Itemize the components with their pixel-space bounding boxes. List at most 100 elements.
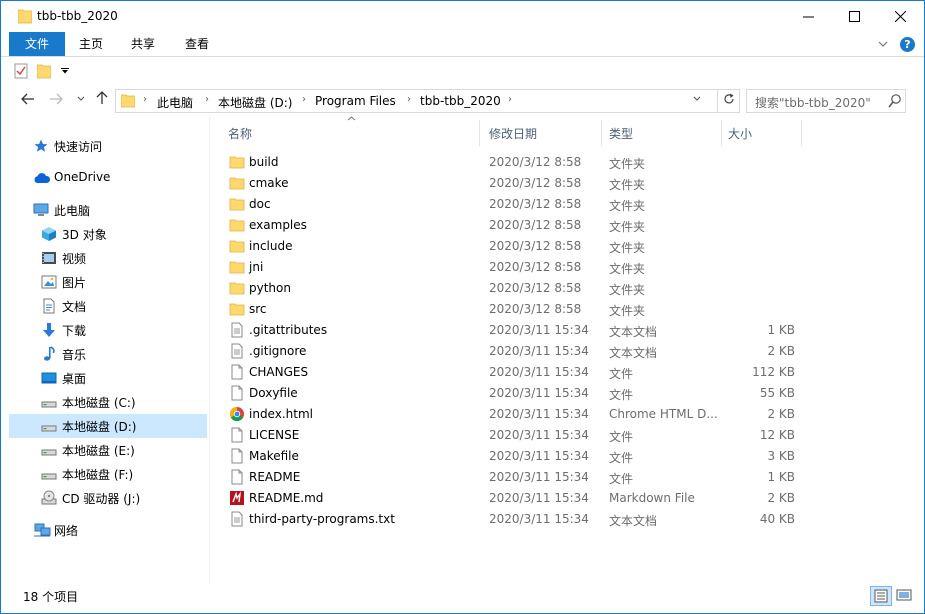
- tab-file[interactable]: 文件: [9, 32, 65, 56]
- help-icon[interactable]: ?: [900, 37, 915, 52]
- properties-icon[interactable]: [14, 63, 28, 79]
- column-separator[interactable]: [801, 120, 802, 146]
- file-row[interactable]: index.html 2020/3/11 15:34 Chrome HTML D..…: [219, 404, 919, 425]
- file-icon: [229, 364, 245, 380]
- folder-icon: [229, 301, 245, 317]
- nav-item[interactable]: 桌面: [9, 366, 207, 390]
- column-header-date[interactable]: 修改日期: [481, 118, 601, 146]
- pane-divider[interactable]: [209, 116, 210, 584]
- file-row[interactable]: README.md 2020/3/11 15:34 Markdown File 2 K…: [219, 488, 919, 509]
- nav-item[interactable]: 视频: [9, 246, 207, 270]
- file-row[interactable]: doc 2020/3/12 8:58 文件夹: [219, 194, 919, 215]
- recent-locations-button[interactable]: [71, 90, 91, 110]
- file-name: README: [249, 470, 301, 484]
- breadcrumb-tbb-folder[interactable]: tbb-tbb_2020: [420, 94, 501, 108]
- nav-item-label: 网络: [54, 524, 79, 538]
- nav-item[interactable]: 此电脑: [9, 198, 207, 222]
- new-folder-icon[interactable]: [37, 63, 51, 79]
- large-icons-view-button[interactable]: [894, 586, 916, 606]
- column-separator[interactable]: [721, 120, 722, 146]
- chevron-down-icon: [693, 96, 701, 101]
- nav-item[interactable]: 音乐: [9, 342, 207, 366]
- expand-ribbon-icon[interactable]: [878, 37, 888, 50]
- column-header-type[interactable]: 类型: [603, 118, 721, 146]
- chevron-right-icon[interactable]: ›: [302, 94, 306, 105]
- arrow-up-icon: [96, 91, 108, 104]
- tab-home[interactable]: 主页: [67, 32, 115, 56]
- nav-item[interactable]: 本地磁盘 (F:): [9, 462, 207, 486]
- star-icon: [33, 138, 49, 154]
- file-row[interactable]: Doxyfile 2020/3/11 15:34 文件 55 KB: [219, 383, 919, 404]
- nav-item-label: 本地磁盘 (D:): [62, 420, 137, 434]
- file-row[interactable]: python 2020/3/12 8:58 文件夹: [219, 278, 919, 299]
- address-history-dropdown[interactable]: [693, 94, 701, 105]
- chevron-right-icon[interactable]: ›: [508, 94, 512, 105]
- column-header-name[interactable]: 名称: [221, 118, 479, 146]
- column-separator[interactable]: [479, 120, 480, 146]
- file-date: 2020/3/11 15:34: [489, 470, 589, 484]
- chevron-right-icon[interactable]: ›: [205, 94, 209, 105]
- tab-view[interactable]: 查看: [173, 32, 221, 56]
- up-button[interactable]: [92, 90, 112, 110]
- chevron-right-icon[interactable]: ›: [143, 94, 147, 105]
- maximize-button[interactable]: [831, 1, 877, 32]
- tab-share[interactable]: 共享: [119, 32, 167, 56]
- file-icon: [229, 427, 245, 443]
- nav-item-label: 3D 对象: [62, 228, 107, 242]
- download-icon: [41, 322, 57, 338]
- details-view-button[interactable]: [870, 586, 892, 606]
- back-button[interactable]: [18, 90, 38, 110]
- nav-item[interactable]: 图片: [9, 270, 207, 294]
- file-row[interactable]: .gitignore 2020/3/11 15:34 文本文档 2 KB: [219, 341, 919, 362]
- file-row[interactable]: build 2020/3/12 8:58 文件夹: [219, 152, 919, 173]
- forward-button[interactable]: [46, 90, 66, 110]
- breadcrumb-this-pc[interactable]: 此电脑: [157, 94, 193, 111]
- text-file-icon: [229, 511, 245, 527]
- nav-item[interactable]: 文档: [9, 294, 207, 318]
- customize-toolbar-icon[interactable]: [61, 68, 69, 74]
- file-row[interactable]: examples 2020/3/12 8:58 文件夹: [219, 215, 919, 236]
- file-type: 文件夹: [609, 199, 646, 213]
- file-row[interactable]: README 2020/3/11 15:34 文件 1 KB: [219, 467, 919, 488]
- nav-item[interactable]: 网络: [9, 518, 207, 542]
- column-separator[interactable]: [601, 120, 602, 146]
- file-row[interactable]: jni 2020/3/12 8:58 文件夹: [219, 257, 919, 278]
- nav-item[interactable]: OneDrive: [9, 166, 207, 190]
- nav-item[interactable]: CD 驱动器 (J:): [9, 486, 207, 510]
- breadcrumb-drive-d[interactable]: 本地磁盘 (D:): [218, 94, 292, 111]
- address-bar[interactable]: › 此电脑 › 本地磁盘 (D:) › Program Files › tbb-…: [115, 89, 718, 113]
- search-box[interactable]: 搜索"tbb-tbb_2020": [746, 89, 906, 113]
- search-input[interactable]: 搜索"tbb-tbb_2020": [755, 94, 871, 111]
- file-row[interactable]: include 2020/3/12 8:58 文件夹: [219, 236, 919, 257]
- close-button[interactable]: [877, 1, 923, 32]
- file-date: 2020/3/12 8:58: [489, 260, 582, 274]
- breadcrumb-program-files[interactable]: Program Files: [315, 94, 396, 108]
- cloud-icon: [33, 170, 51, 186]
- drive-icon: [41, 442, 57, 458]
- nav-item[interactable]: 快速访问: [9, 134, 207, 158]
- file-row[interactable]: .gitattributes 2020/3/11 15:34 文本文档 1 KB: [219, 320, 919, 341]
- file-row[interactable]: Makefile 2020/3/11 15:34 文件 3 KB: [219, 446, 919, 467]
- file-type: 文件夹: [609, 304, 646, 318]
- file-name: build: [249, 155, 279, 169]
- file-row[interactable]: CHANGES 2020/3/11 15:34 文件 112 KB: [219, 362, 919, 383]
- file-name: index.html: [249, 407, 313, 421]
- file-type: 文件: [609, 472, 634, 486]
- file-row[interactable]: third-party-programs.txt 2020/3/11 15:34 文…: [219, 509, 919, 530]
- minimize-button[interactable]: [785, 1, 831, 32]
- search-icon[interactable]: [888, 93, 902, 109]
- chevron-right-icon[interactable]: ›: [407, 94, 411, 105]
- nav-item[interactable]: 本地磁盘 (C:): [9, 390, 207, 414]
- file-icon: [229, 385, 245, 401]
- refresh-button[interactable]: [718, 89, 740, 113]
- nav-item[interactable]: 本地磁盘 (D:): [9, 414, 207, 438]
- file-row[interactable]: src 2020/3/12 8:58 文件夹: [219, 299, 919, 320]
- nav-item[interactable]: 3D 对象: [9, 222, 207, 246]
- nav-item[interactable]: 下载: [9, 318, 207, 342]
- file-type: 文件: [609, 451, 634, 465]
- file-row[interactable]: LICENSE 2020/3/11 15:34 文件 12 KB: [219, 425, 919, 446]
- drive-icon: [41, 418, 57, 434]
- column-header-size[interactable]: 大小: [723, 118, 801, 146]
- file-row[interactable]: cmake 2020/3/12 8:58 文件夹: [219, 173, 919, 194]
- nav-item[interactable]: 本地磁盘 (E:): [9, 438, 207, 462]
